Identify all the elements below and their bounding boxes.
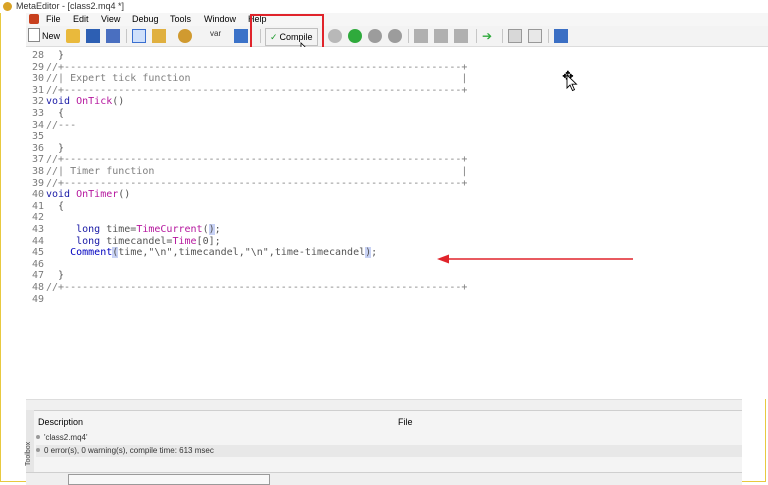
toolbar: New var ✓ Compile ➔: [26, 26, 768, 47]
stop-icon[interactable]: [388, 29, 402, 43]
line-number: 30: [31, 73, 44, 85]
code-line[interactable]: }: [46, 270, 64, 281]
save-icon[interactable]: [86, 29, 100, 43]
line-number: 45: [31, 247, 44, 259]
toolbox-panel: ✕ Description File 'class2.mq4' 0 error(…: [26, 410, 742, 473]
line-number: 49: [31, 293, 44, 305]
red-arrow-annotation: [437, 254, 633, 264]
pause-icon[interactable]: [368, 29, 382, 43]
code-line[interactable]: //| Timer function |: [46, 166, 467, 177]
column-header-file[interactable]: File: [398, 417, 413, 427]
code-line[interactable]: //+-------------------------------------…: [46, 62, 467, 73]
navigator-icon[interactable]: [132, 29, 146, 43]
window-title: MetaEditor - [class2.mq4 *]: [16, 1, 125, 11]
line-number: 33: [31, 108, 44, 119]
line-number: 34: [31, 119, 44, 131]
line-number: 47: [31, 270, 44, 282]
code-line[interactable]: //| Expert tick function |: [46, 73, 467, 84]
line-number: 28: [31, 50, 44, 61]
toolbox-icon[interactable]: [152, 29, 166, 43]
step-out-icon[interactable]: [454, 29, 468, 43]
document-icon[interactable]: [29, 14, 39, 24]
line-number: 40: [31, 189, 44, 201]
line-number: 37: [31, 154, 44, 166]
line-number: 36: [31, 142, 44, 154]
code-editor[interactable]: 28 } 29//+-------------------------------…: [26, 47, 742, 399]
menu-edit[interactable]: Edit: [73, 13, 89, 26]
row-text: 0 error(s), 0 warning(s), compile time: …: [44, 446, 214, 455]
line-number: 39: [31, 177, 44, 189]
start-icon[interactable]: [348, 29, 362, 43]
line-number: 46: [31, 258, 44, 270]
toolbox-side-label: Toolbox: [25, 441, 32, 466]
panel-tab-bar: [26, 472, 742, 485]
list-item[interactable]: 'class2.mq4': [36, 433, 88, 442]
code-line[interactable]: //+-------------------------------------…: [46, 154, 467, 165]
code-line[interactable]: {: [46, 108, 64, 119]
toolbar-separator: [408, 29, 409, 43]
line-number: 35: [31, 131, 44, 143]
title-bar: MetaEditor - [class2.mq4 *]: [0, 0, 768, 13]
row-text: 'class2.mq4': [44, 433, 88, 442]
code-line[interactable]: //+-------------------------------------…: [46, 282, 467, 293]
toolbar-separator: [502, 29, 503, 43]
menu-tools[interactable]: Tools: [170, 13, 191, 26]
line-number: 29: [31, 61, 44, 73]
code-line[interactable]: void OnTick(): [46, 96, 124, 107]
code-line[interactable]: Comment(time,"\n",timecandel,"\n",time-t…: [46, 247, 377, 259]
line-number: 42: [31, 212, 44, 224]
horizontal-scrollbar[interactable]: [26, 399, 742, 410]
toolbar-separator: [126, 29, 127, 43]
menu-view[interactable]: View: [101, 13, 120, 26]
toolbar-separator: [548, 29, 549, 43]
insert-function-icon[interactable]: [234, 29, 248, 43]
code-line[interactable]: long timecandel=Time[0];: [46, 236, 221, 247]
line-number: 32: [31, 96, 44, 108]
info-icon: [36, 435, 40, 439]
toolbar-separator: [476, 29, 477, 43]
terminal-icon[interactable]: [554, 29, 568, 43]
info-icon: [36, 448, 40, 452]
code-line[interactable]: {: [46, 201, 64, 212]
new-label: New: [42, 31, 61, 41]
line-number: 38: [31, 166, 44, 177]
step-into-icon[interactable]: [414, 29, 428, 43]
code-line[interactable]: //+-------------------------------------…: [46, 85, 467, 96]
insert-variable-icon[interactable]: var: [210, 29, 224, 43]
menu-window[interactable]: Window: [204, 13, 236, 26]
step-over-icon[interactable]: [434, 29, 448, 43]
arrow-cursor-icon: [566, 74, 578, 92]
menu-file[interactable]: File: [46, 13, 61, 26]
menu-debug[interactable]: Debug: [132, 13, 159, 26]
panel-tabs[interactable]: [68, 474, 270, 485]
find-icon[interactable]: [528, 29, 542, 43]
open-folder-icon[interactable]: [66, 29, 80, 43]
menu-bar: File Edit View Debug Tools Window Help: [26, 13, 768, 26]
metaeditor-logo-icon: [3, 2, 12, 11]
new-button[interactable]: New: [28, 28, 60, 44]
copy-icon[interactable]: [508, 29, 522, 43]
code-line[interactable]: //+-------------------------------------…: [46, 178, 467, 189]
run-to-cursor-icon[interactable]: ➔: [482, 29, 496, 43]
code-line[interactable]: }: [46, 50, 64, 61]
line-number: 41: [31, 200, 44, 212]
save-all-icon[interactable]: [106, 29, 120, 43]
styler-icon[interactable]: [178, 29, 192, 43]
column-header-description[interactable]: Description: [38, 417, 83, 427]
editor-margin: [742, 47, 768, 399]
line-number: 31: [31, 84, 44, 96]
code-line[interactable]: //---: [46, 120, 76, 131]
line-number: 44: [31, 235, 44, 247]
code-line[interactable]: long time=TimeCurrent();: [46, 224, 221, 235]
debug-icon[interactable]: [328, 29, 342, 43]
code-line[interactable]: }: [46, 143, 64, 154]
code-line[interactable]: void OnTimer(): [46, 189, 130, 200]
line-number: 48: [31, 282, 44, 293]
line-number: 43: [31, 224, 44, 235]
new-file-icon: [28, 28, 40, 42]
list-item[interactable]: 0 error(s), 0 warning(s), compile time: …: [36, 445, 742, 457]
